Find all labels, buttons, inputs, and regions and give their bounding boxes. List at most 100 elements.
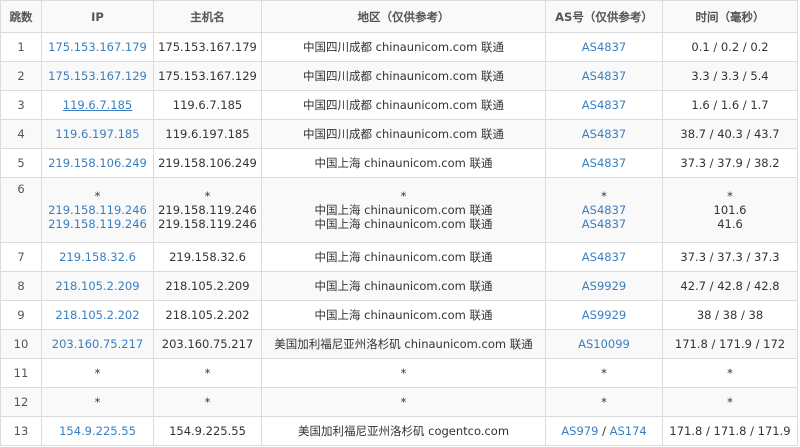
region-text: 中国上海 chinaunicom.com 联通 (314, 203, 493, 217)
ip-cell: * (41, 387, 154, 417)
asn-cell: AS4837 (545, 90, 663, 120)
time-cell: 42.7 / 42.8 / 42.8 (662, 271, 798, 301)
time-text: * (727, 189, 733, 203)
asn-cell: AS10099 (545, 329, 663, 359)
hop-cell: 3 (0, 90, 42, 120)
time-cell: * (662, 358, 798, 388)
asn-cell: AS4837 (545, 119, 663, 149)
hop-cell: 7 (0, 242, 42, 272)
asn-link[interactable]: AS174 (610, 424, 647, 438)
ip-link[interactable]: 219.158.119.246 (46, 203, 149, 217)
ip-link[interactable]: 218.105.2.209 (55, 279, 139, 293)
asn-cell: AS979 / AS174 (545, 416, 663, 446)
time-text: 41.6 (717, 217, 743, 231)
asn-cell: * (545, 358, 663, 388)
asn-link[interactable]: AS4837 (550, 203, 658, 217)
hop-cell: 1 (0, 32, 42, 62)
region-cell: 中国上海 chinaunicom.com 联通 (261, 300, 546, 330)
ip-link[interactable]: 219.158.119.246 (46, 217, 149, 231)
ip-cell: * 219.158.119.246 219.158.119.246 (41, 177, 154, 243)
host-cell: 219.158.106.249 (153, 148, 262, 178)
host-cell: * (153, 358, 262, 388)
ip-link[interactable]: 119.6.197.185 (55, 127, 139, 141)
asn-cell: AS9929 (545, 300, 663, 330)
ip-link[interactable]: 219.158.32.6 (59, 250, 136, 264)
asn-link[interactable]: AS4837 (582, 156, 626, 170)
ip-link[interactable]: 203.160.75.217 (52, 337, 143, 351)
time-cell: * 101.6 41.6 (662, 177, 798, 243)
ip-link[interactable]: 218.105.2.202 (55, 308, 139, 322)
hop-cell: 6 (0, 177, 42, 243)
time-text: 101.6 (713, 203, 747, 217)
asn-link[interactable]: AS9929 (582, 279, 626, 293)
ip-link[interactable]: 175.153.167.129 (48, 69, 147, 83)
ip-cell: 219.158.32.6 (41, 242, 154, 272)
host-cell: 219.158.32.6 (153, 242, 262, 272)
region-cell: 中国四川成都 chinaunicom.com 联通 (261, 90, 546, 120)
col-header-region[interactable]: 地区（仅供参考） (261, 0, 546, 33)
region-cell: 中国四川成都 chinaunicom.com 联通 (261, 32, 546, 62)
host-cell: 119.6.197.185 (153, 119, 262, 149)
ip-cell: 154.9.225.55 (41, 416, 154, 446)
time-cell: 38 / 38 / 38 (662, 300, 798, 330)
time-cell: 37.3 / 37.3 / 37.3 (662, 242, 798, 272)
asn-cell: AS4837 (545, 32, 663, 62)
table-row: 10 203.160.75.217 203.160.75.217 美国加利福尼亚… (0, 329, 798, 359)
host-cell: 175.153.167.179 (153, 32, 262, 62)
table-row: 5 219.158.106.249 219.158.106.249 中国上海 c… (0, 148, 798, 178)
col-header-hop[interactable]: 跳数 (0, 0, 42, 33)
table-row: 1 175.153.167.179 175.153.167.179 中国四川成都… (0, 32, 798, 62)
asn-cell: AS4837 (545, 242, 663, 272)
ip-link[interactable]: 154.9.225.55 (59, 424, 136, 438)
region-cell: 中国上海 chinaunicom.com 联通 (261, 242, 546, 272)
region-cell: 中国四川成都 chinaunicom.com 联通 (261, 119, 546, 149)
host-cell: 218.105.2.202 (153, 300, 262, 330)
host-cell: 154.9.225.55 (153, 416, 262, 446)
time-cell: 0.1 / 0.2 / 0.2 (662, 32, 798, 62)
traceroute-table: 跳数 IP 主机名 地区（仅供参考） AS号（仅供参考） 时间（毫秒） 1 17… (0, 0, 798, 446)
ip-cell: 218.105.2.209 (41, 271, 154, 301)
ip-link[interactable]: 219.158.106.249 (48, 156, 147, 170)
ip-cell: 203.160.75.217 (41, 329, 154, 359)
time-cell: 38.7 / 40.3 / 43.7 (662, 119, 798, 149)
asn-link[interactable]: AS4837 (582, 127, 626, 141)
host-cell: 119.6.7.185 (153, 90, 262, 120)
asn-link[interactable]: AS9929 (582, 308, 626, 322)
hop-cell: 11 (0, 358, 42, 388)
asn-link[interactable]: AS4837 (582, 250, 626, 264)
col-header-ip[interactable]: IP (41, 0, 154, 33)
col-header-host[interactable]: 主机名 (153, 0, 262, 33)
asn-cell: * (545, 387, 663, 417)
col-header-asn[interactable]: AS号（仅供参考） (545, 0, 663, 33)
time-cell: 3.3 / 3.3 / 5.4 (662, 61, 798, 91)
table-row: 7 219.158.32.6 219.158.32.6 中国上海 chinaun… (0, 242, 798, 272)
table-row: 2 175.153.167.129 175.153.167.129 中国四川成都… (0, 61, 798, 91)
ip-cell: * (41, 358, 154, 388)
asn-link[interactable]: AS4837 (582, 69, 626, 83)
asn-link[interactable]: AS10099 (578, 337, 630, 351)
region-text: * (400, 189, 407, 203)
asn-cell: AS4837 (545, 148, 663, 178)
asn-cell: AS9929 (545, 271, 663, 301)
region-cell: * (261, 358, 546, 388)
table-row: 6 * 219.158.119.246 219.158.119.246 * 21… (0, 177, 798, 243)
asn-cell: AS4837 (545, 61, 663, 91)
asn-link[interactable]: AS4837 (582, 40, 626, 54)
region-cell: * 中国上海 chinaunicom.com 联通 中国上海 chinaunic… (261, 177, 546, 243)
hop-cell: 12 (0, 387, 42, 417)
region-cell: 中国四川成都 chinaunicom.com 联通 (261, 61, 546, 91)
host-cell: 175.153.167.129 (153, 61, 262, 91)
time-cell: 171.8 / 171.9 / 172 (662, 329, 798, 359)
time-cell: 1.6 / 1.6 / 1.7 (662, 90, 798, 120)
ip-link[interactable]: 119.6.7.185 (63, 98, 133, 112)
ip-cell: 218.105.2.202 (41, 300, 154, 330)
ip-link[interactable]: 175.153.167.179 (48, 40, 147, 54)
asn-link[interactable]: AS979 (561, 424, 598, 438)
col-header-time[interactable]: 时间（毫秒） (662, 0, 798, 33)
asn-link[interactable]: AS4837 (582, 98, 626, 112)
host-cell: 218.105.2.209 (153, 271, 262, 301)
table-row: 13 154.9.225.55 154.9.225.55 美国加利福尼亚州洛杉矶… (0, 416, 798, 446)
table-row: 9 218.105.2.202 218.105.2.202 中国上海 china… (0, 300, 798, 330)
asn-link[interactable]: AS4837 (550, 217, 658, 231)
host-cell: * 219.158.119.246 219.158.119.246 (153, 177, 262, 243)
